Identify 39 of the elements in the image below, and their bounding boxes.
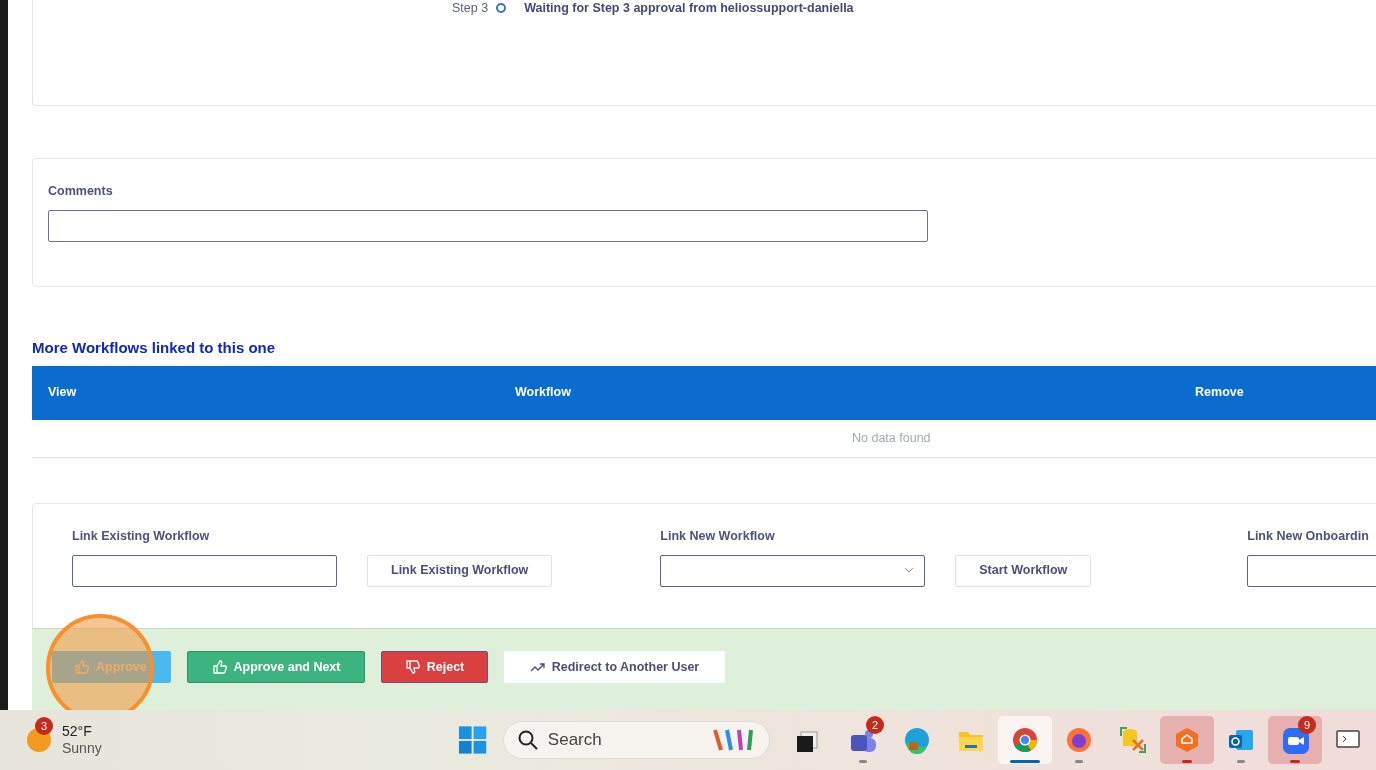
taskbar-app[interactable]: 9 [1268,716,1322,764]
action-button[interactable]: Reject [381,651,488,683]
thumbs-down-icon [404,660,420,674]
taskbar-search[interactable]: Search [502,721,770,759]
search-icon [517,730,538,750]
database-tool-icon [1119,726,1147,754]
notification-badge: 9 [1298,716,1316,734]
browser-icon [1011,726,1039,754]
notification-badge: 3 [35,717,53,735]
input-field[interactable] [72,555,337,588]
thumbs-up-icon [74,660,89,674]
notification-badge: 2 [866,716,884,734]
taskbar-app[interactable]: 2 [836,716,890,764]
action-button[interactable]: Redirect to Another User [504,651,725,683]
chevron-down-icon [904,567,915,574]
trend-arrow-icon [529,660,545,674]
step-status: Waiting for Step 3 approval from heliossupport-daniella [524,0,854,17]
link-button[interactable]: Start Workflow [955,554,1092,587]
field-label: Link New Onboardin [1247,527,1370,545]
column-header: View [48,384,78,402]
section-title: More Workflows linked to this one [32,338,277,358]
link-button[interactable]: Link Existing Workflow [367,554,553,587]
field-label: Link Existing Workflow [72,527,211,545]
wave-browser-icon [903,726,931,754]
search-placeholder: Search [547,729,602,752]
field-label: Link New Workflow [660,527,776,545]
fox-browser-icon [1065,726,1093,754]
step-label: Step 3 [452,0,489,17]
comments-field[interactable] [48,209,928,242]
hexagon-app-icon [1173,726,1201,754]
temperature-text: 52°F [62,723,93,740]
field-label: Comments [48,183,114,200]
thumbs-up-icon [211,660,227,674]
empty-message: No data found [852,429,931,447]
select-field[interactable] [660,555,926,588]
column-header: Remove [1195,384,1245,402]
column-header: Workflow [514,384,572,402]
windows-start-icon[interactable] [457,725,487,755]
weather-condition: Sunny [62,740,102,757]
